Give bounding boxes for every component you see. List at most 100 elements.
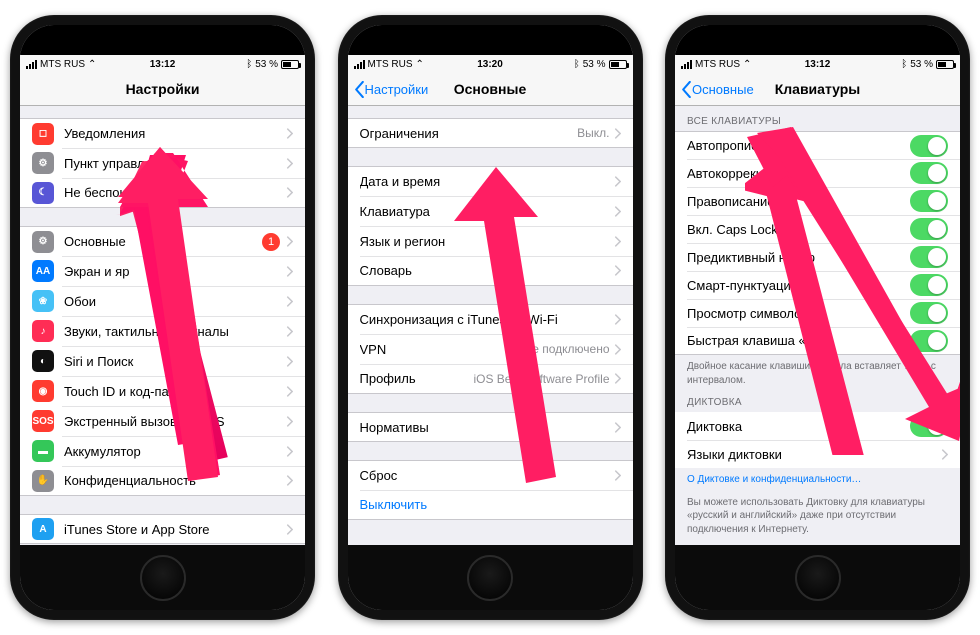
- wifi-icon: ⌃: [416, 59, 424, 70]
- row-label: Не беспокоить: [64, 185, 286, 200]
- row-label: Автокоррекция: [687, 166, 910, 181]
- settings-row[interactable]: ◐Siri и Поиск: [20, 346, 305, 376]
- chevron-right-icon: [614, 344, 621, 355]
- row-label: Словарь: [360, 263, 614, 278]
- phone-2: MTS RUS ⌃ 13:20 ᛒ 53 % Настройки Основны…: [338, 15, 643, 620]
- chevron-right-icon: [614, 314, 621, 325]
- row-label: Siri и Поиск: [64, 354, 286, 369]
- settings-row[interactable]: ✋Конфиденциальность: [20, 466, 305, 496]
- row-regulatory[interactable]: Нормативы: [348, 412, 633, 442]
- settings-row[interactable]: AAЭкран и яр: [20, 256, 305, 286]
- row-shutdown[interactable]: Выключить: [348, 490, 633, 520]
- settings-group-store: AiTunes Store и App Store: [20, 514, 305, 544]
- toggle-switch-on[interactable]: [910, 415, 948, 437]
- settings-row[interactable]: ❀Обои: [20, 286, 305, 316]
- row-vpn[interactable]: VPN Не подключено: [348, 334, 633, 364]
- home-button[interactable]: [140, 555, 186, 601]
- settings-row[interactable]: ⚙Основные1: [20, 226, 305, 256]
- row-profile[interactable]: Профиль iOS Beta Software Profile: [348, 364, 633, 394]
- settings-row[interactable]: SOSЭкстренный вызов — SOS: [20, 406, 305, 436]
- device-bezel-bottom: [20, 545, 305, 610]
- nav-bar: Настройки Основные: [348, 73, 633, 106]
- status-bar: MTS RUS ⌃ 13:12 ᛒ 53 %: [20, 55, 305, 73]
- toggle-switch-on[interactable]: [910, 190, 948, 212]
- row-restrictions[interactable]: Ограничения Выкл.: [348, 118, 633, 148]
- row-itunes-wifi-sync[interactable]: Синхронизация с iTunes по Wi-Fi: [348, 304, 633, 334]
- badge: 1: [262, 233, 280, 251]
- viewport: MTS RUS ⌃ 13:12 ᛒ 53 % Основные Клавиату…: [675, 55, 960, 545]
- chevron-right-icon: [286, 236, 293, 247]
- settings-row[interactable]: ▬ Аккумулятор: [20, 436, 305, 466]
- settings-row[interactable]: ♪Звуки, тактильные сигналы: [20, 316, 305, 346]
- toggle-switch-on[interactable]: [910, 302, 948, 324]
- status-time: 13:12: [150, 59, 176, 70]
- chevron-right-icon: [614, 373, 621, 384]
- app-icon: ⚙: [32, 152, 54, 174]
- row-date-time[interactable]: Дата и время: [348, 166, 633, 196]
- page-title: Основные: [454, 81, 527, 97]
- settings-row[interactable]: ☾Не беспокоить: [20, 178, 305, 208]
- home-button[interactable]: [795, 555, 841, 601]
- settings-row[interactable]: ◉Touch ID и код-пароль: [20, 376, 305, 406]
- row-label: Смарт-пунктуация: [687, 278, 910, 293]
- chevron-right-icon: [941, 449, 948, 460]
- row-label: Аккумулятор: [64, 444, 286, 459]
- toggle-switch-on[interactable]: [910, 218, 948, 240]
- toggle-switch-on[interactable]: [910, 246, 948, 268]
- keyboard-toggle-row[interactable]: Вкл. Caps Lock: [675, 215, 960, 243]
- settings-row[interactable]: ⚙Пункт управления: [20, 148, 305, 178]
- battery-percent: 53 %: [255, 59, 278, 70]
- status-bar: MTS RUS ⌃ 13:20 ᛒ 53 %: [348, 55, 633, 73]
- keyboard-toggle-row[interactable]: Просмотр символов: [675, 299, 960, 327]
- viewport: MTS RUS ⌃ 13:20 ᛒ 53 % Настройки Основны…: [348, 55, 633, 545]
- keyboard-toggle-row[interactable]: Автокоррекция: [675, 159, 960, 187]
- chevron-right-icon: [286, 326, 293, 337]
- toggle-switch-on[interactable]: [910, 162, 948, 184]
- app-icon: ▬: [32, 440, 54, 462]
- device-bezel-top: [20, 25, 305, 55]
- home-button[interactable]: [467, 555, 513, 601]
- app-icon: AA: [32, 260, 54, 282]
- back-button[interactable]: Настройки: [354, 81, 429, 98]
- toggle-switch-on[interactable]: [910, 274, 948, 296]
- chevron-right-icon: [614, 422, 621, 433]
- row-label: Сброс: [360, 468, 614, 483]
- row-label: Нормативы: [360, 420, 614, 435]
- settings-row[interactable]: AiTunes Store и App Store: [20, 514, 305, 544]
- chevron-right-icon: [286, 446, 293, 457]
- keyboard-toggle-row[interactable]: Предиктивный набор: [675, 243, 960, 271]
- row-reset[interactable]: Сброс: [348, 460, 633, 490]
- row-label: Предиктивный набор: [687, 250, 910, 265]
- chevron-right-icon: [286, 475, 293, 486]
- row-language-region[interactable]: Язык и регион: [348, 226, 633, 256]
- row-dictation[interactable]: Диктовка: [675, 412, 960, 440]
- wifi-icon: ⌃: [88, 59, 96, 70]
- row-label: Синхронизация с iTunes по Wi-Fi: [360, 312, 614, 327]
- screen: MTS RUS ⌃ 13:12 ᛒ 53 % Основные Клавиату…: [675, 25, 960, 610]
- battery-percent: 53 %: [583, 59, 606, 70]
- chevron-right-icon: [614, 265, 621, 276]
- phone-3: MTS RUS ⌃ 13:12 ᛒ 53 % Основные Клавиату…: [665, 15, 970, 620]
- keyboard-toggle-row[interactable]: Быстрая клавиша «.»: [675, 327, 960, 355]
- device-bezel-top: [675, 25, 960, 55]
- keyboard-toggle-row[interactable]: Смарт-пунктуация: [675, 271, 960, 299]
- row-dictation-languages[interactable]: Языки диктовки: [675, 440, 960, 468]
- device-bezel-bottom: [675, 545, 960, 610]
- row-label: Быстрая клавиша «.»: [687, 333, 910, 348]
- bluetooth-icon: ᛒ: [574, 59, 580, 70]
- row-keyboard[interactable]: Клавиатура: [348, 196, 633, 226]
- keyboard-toggle-row[interactable]: Автопрописные: [675, 131, 960, 159]
- row-dictionary[interactable]: Словарь: [348, 256, 633, 286]
- row-label: Обои: [64, 294, 286, 309]
- toggle-switch-on[interactable]: [910, 330, 948, 352]
- back-label: Настройки: [365, 82, 429, 97]
- back-button[interactable]: Основные: [681, 81, 754, 98]
- settings-row[interactable]: ◻Уведомления: [20, 118, 305, 148]
- row-label: Выключить: [360, 497, 621, 512]
- section-header-dictation: ДИКТОВКА: [675, 393, 960, 412]
- chevron-right-icon: [614, 470, 621, 481]
- settings-group-general: ⚙Основные1AAЭкран и яр❀Обои♪Звуки, такти…: [20, 226, 305, 496]
- toggle-switch-on[interactable]: [910, 135, 948, 157]
- keyboard-toggle-row[interactable]: Правописание: [675, 187, 960, 215]
- privacy-link[interactable]: О Диктовке и конфиденциальности…: [675, 468, 960, 491]
